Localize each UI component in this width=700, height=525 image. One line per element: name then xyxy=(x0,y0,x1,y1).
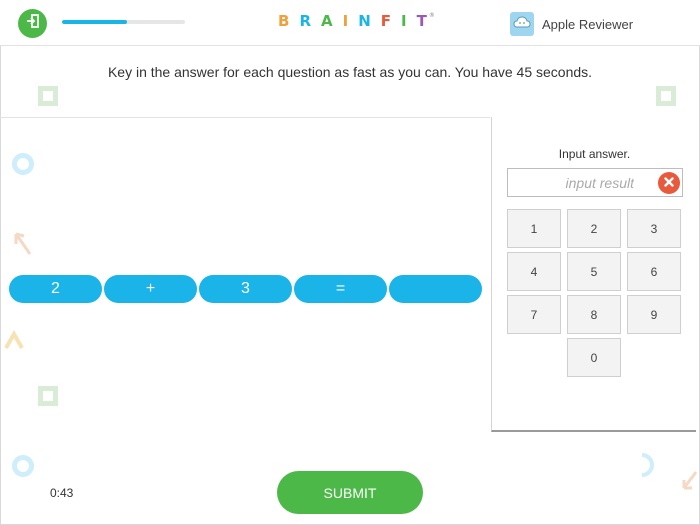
exit-button[interactable] xyxy=(18,9,47,38)
key-5[interactable]: 5 xyxy=(567,252,621,291)
key-7[interactable]: 7 xyxy=(507,295,561,334)
decorative-square xyxy=(38,86,58,106)
key-9[interactable]: 9 xyxy=(627,295,681,334)
equation-operand-1: 2 xyxy=(9,275,102,303)
divider xyxy=(0,117,490,118)
top-bar: B R A I N F I T ® Apple Reviewer xyxy=(0,0,700,46)
logo-letter: N xyxy=(358,12,371,30)
user-name: Apple Reviewer xyxy=(542,16,634,32)
registered-mark: ® xyxy=(428,12,435,19)
logo-letter: I xyxy=(342,12,349,30)
logo-letter: R xyxy=(299,12,311,30)
user-profile[interactable]: Apple Reviewer xyxy=(510,12,633,36)
equation-equals: = xyxy=(294,275,387,303)
decorative-arc-icon xyxy=(640,453,654,482)
brainfit-logo: B R A I N F I T ® xyxy=(278,12,435,34)
key-6[interactable]: 6 xyxy=(627,252,681,291)
clear-answer-button[interactable] xyxy=(658,172,680,194)
countdown-timer: 0:43 xyxy=(50,486,74,500)
cloud-icon xyxy=(513,15,531,33)
key-8[interactable]: 8 xyxy=(567,295,621,334)
decorative-ring xyxy=(12,455,34,477)
answer-input[interactable] xyxy=(508,169,658,196)
progress-fill xyxy=(62,20,128,24)
equation-answer-slot xyxy=(389,275,482,303)
logo-letter: F xyxy=(380,12,392,30)
answer-box xyxy=(507,168,683,197)
instruction-text: Key in the answer for each question as f… xyxy=(107,64,593,80)
logo-letter: B xyxy=(278,12,290,30)
decorative-ring xyxy=(12,153,34,175)
key-1[interactable]: 1 xyxy=(507,209,561,248)
key-0[interactable]: 0 xyxy=(567,338,621,377)
decorative-triangle-icon xyxy=(4,329,24,355)
decorative-square xyxy=(656,86,676,106)
exit-icon xyxy=(26,14,40,33)
key-4[interactable]: 4 xyxy=(507,252,561,291)
equation-operand-2: 3 xyxy=(199,275,292,303)
avatar xyxy=(510,12,534,36)
decorative-square xyxy=(38,386,58,406)
decorative-arrow-icon xyxy=(680,470,700,497)
progress-bar xyxy=(62,20,185,24)
decorative-arrow-icon xyxy=(12,232,34,263)
key-3[interactable]: 3 xyxy=(627,209,681,248)
logo-letter: T xyxy=(416,12,427,30)
keypad-title: Input answer. xyxy=(558,147,631,161)
keypad-panel: Input answer. 1 2 3 4 5 6 7 8 9 0 xyxy=(491,117,696,432)
logo-letter: A xyxy=(321,12,333,30)
submit-button[interactable]: SUBMIT xyxy=(277,471,423,514)
logo-letter: I xyxy=(401,12,407,30)
equation-operator: + xyxy=(104,275,197,303)
key-2[interactable]: 2 xyxy=(567,209,621,248)
close-icon xyxy=(664,174,674,192)
